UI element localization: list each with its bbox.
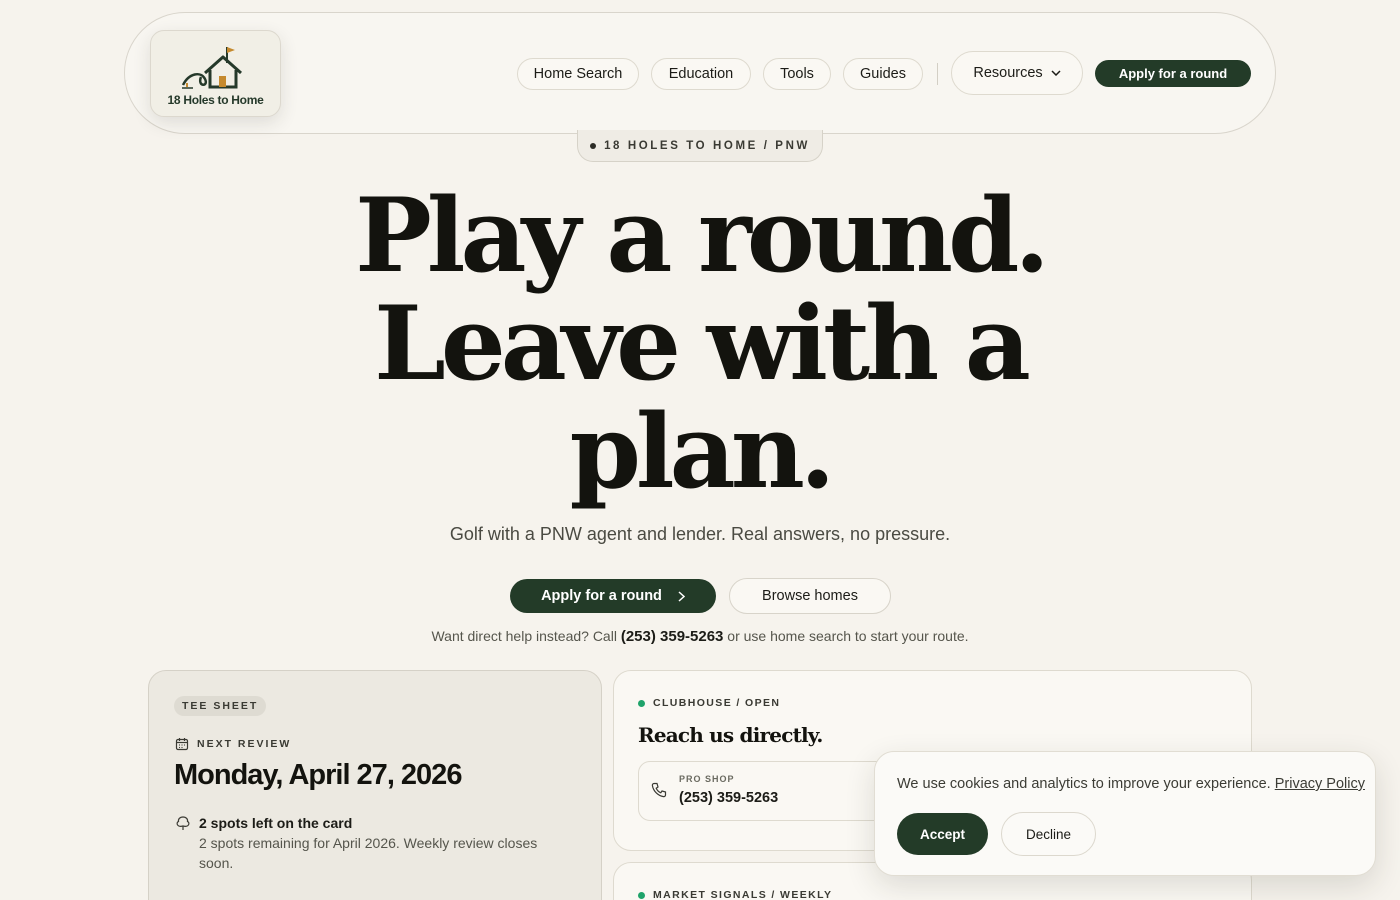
tee-sheet-card: TEE SHEET NEXT REVIEW Monday, April 27, … (148, 670, 602, 900)
bullet-icon (590, 142, 597, 149)
apply-button[interactable]: Apply for a round (510, 579, 716, 613)
nav-apply-button[interactable]: Apply for a round (1095, 60, 1251, 87)
clubhouse-heading: Reach us directly. (638, 723, 823, 747)
next-review-label: NEXT REVIEW (175, 737, 291, 751)
market-status-text: MARKET SIGNALS / WEEKLY (653, 889, 833, 900)
tee-sheet-tag: TEE SHEET (174, 696, 267, 716)
review-date: Monday, April 27, 2026 (174, 759, 462, 791)
clubhouse-status-text: CLUBHOUSE / OPEN (653, 697, 781, 709)
apply-button-label: Apply for a round (541, 588, 662, 604)
nav-resources-dropdown[interactable]: Resources (951, 51, 1083, 95)
help-line: Want direct help instead? Call (253) 359… (300, 628, 1100, 645)
eyebrow-text: 18 HOLES TO HOME / PNW (604, 139, 810, 152)
cookie-decline-button[interactable]: Decline (1001, 812, 1096, 856)
brand-logo[interactable]: 18 Holes to Home (150, 30, 281, 117)
clubhouse-status: CLUBHOUSE / OPEN (638, 697, 780, 709)
calendar-icon (175, 738, 189, 751)
nav-resources-label: Resources (973, 65, 1043, 81)
chevron-right-icon (678, 590, 685, 602)
spots-title: 2 spots left on the card (199, 815, 353, 831)
house-flag-icon (181, 47, 242, 89)
privacy-policy-link[interactable]: Privacy Policy (1275, 776, 1365, 792)
help-prefix: Want direct help instead? Call (431, 628, 621, 644)
cookie-text: We use cookies and analytics to improve … (897, 776, 1275, 792)
phone-icon (651, 782, 667, 798)
eyebrow-badge: 18 HOLES TO HOME / PNW (577, 130, 823, 162)
nav-home-search[interactable]: Home Search (517, 58, 639, 90)
pro-shop-label: PRO SHOP (679, 774, 735, 784)
status-dot-icon (638, 891, 645, 899)
help-suffix: or use home search to start your route. (723, 628, 969, 644)
cookie-message: We use cookies and analytics to improve … (897, 776, 1365, 792)
status-dot-icon (638, 699, 645, 707)
nav-divider (937, 63, 938, 85)
top-nav: 18 Holes to Home Home Search Education T… (124, 12, 1276, 134)
tree-icon (176, 816, 190, 830)
pro-shop-phone: (253) 359-5263 (679, 790, 779, 806)
hero-headline: Play a round. Leave with a plan. (300, 182, 1100, 506)
chevron-down-icon (1051, 70, 1061, 76)
hero-line-1: Play a round. (355, 176, 1050, 296)
hero-line-2: Leave with a (374, 284, 1031, 404)
hero-subtitle: Golf with a PNW agent and lender. Real a… (449, 524, 951, 544)
help-phone-link[interactable]: (253) 359-5263 (621, 628, 724, 645)
brand-name: 18 Holes to Home (167, 93, 264, 107)
market-status: MARKET SIGNALS / WEEKLY (638, 889, 832, 900)
nav-tools[interactable]: Tools (763, 58, 831, 90)
nav-education[interactable]: Education (651, 58, 751, 90)
pro-shop-contact[interactable]: PRO SHOP (253) 359-5263 (638, 761, 898, 821)
spots-description: 2 spots remaining for April 2026. Weekly… (199, 835, 538, 871)
cookie-accept-button[interactable]: Accept (897, 813, 988, 855)
next-review-text: NEXT REVIEW (197, 738, 292, 750)
browse-homes-button[interactable]: Browse homes (729, 578, 891, 614)
hero-line-3: plan. (569, 392, 836, 512)
cookie-banner: We use cookies and analytics to improve … (874, 751, 1376, 876)
spots-info: 2 spots left on the card 2 spots remaini… (175, 815, 559, 873)
nav-guides[interactable]: Guides (843, 58, 923, 90)
